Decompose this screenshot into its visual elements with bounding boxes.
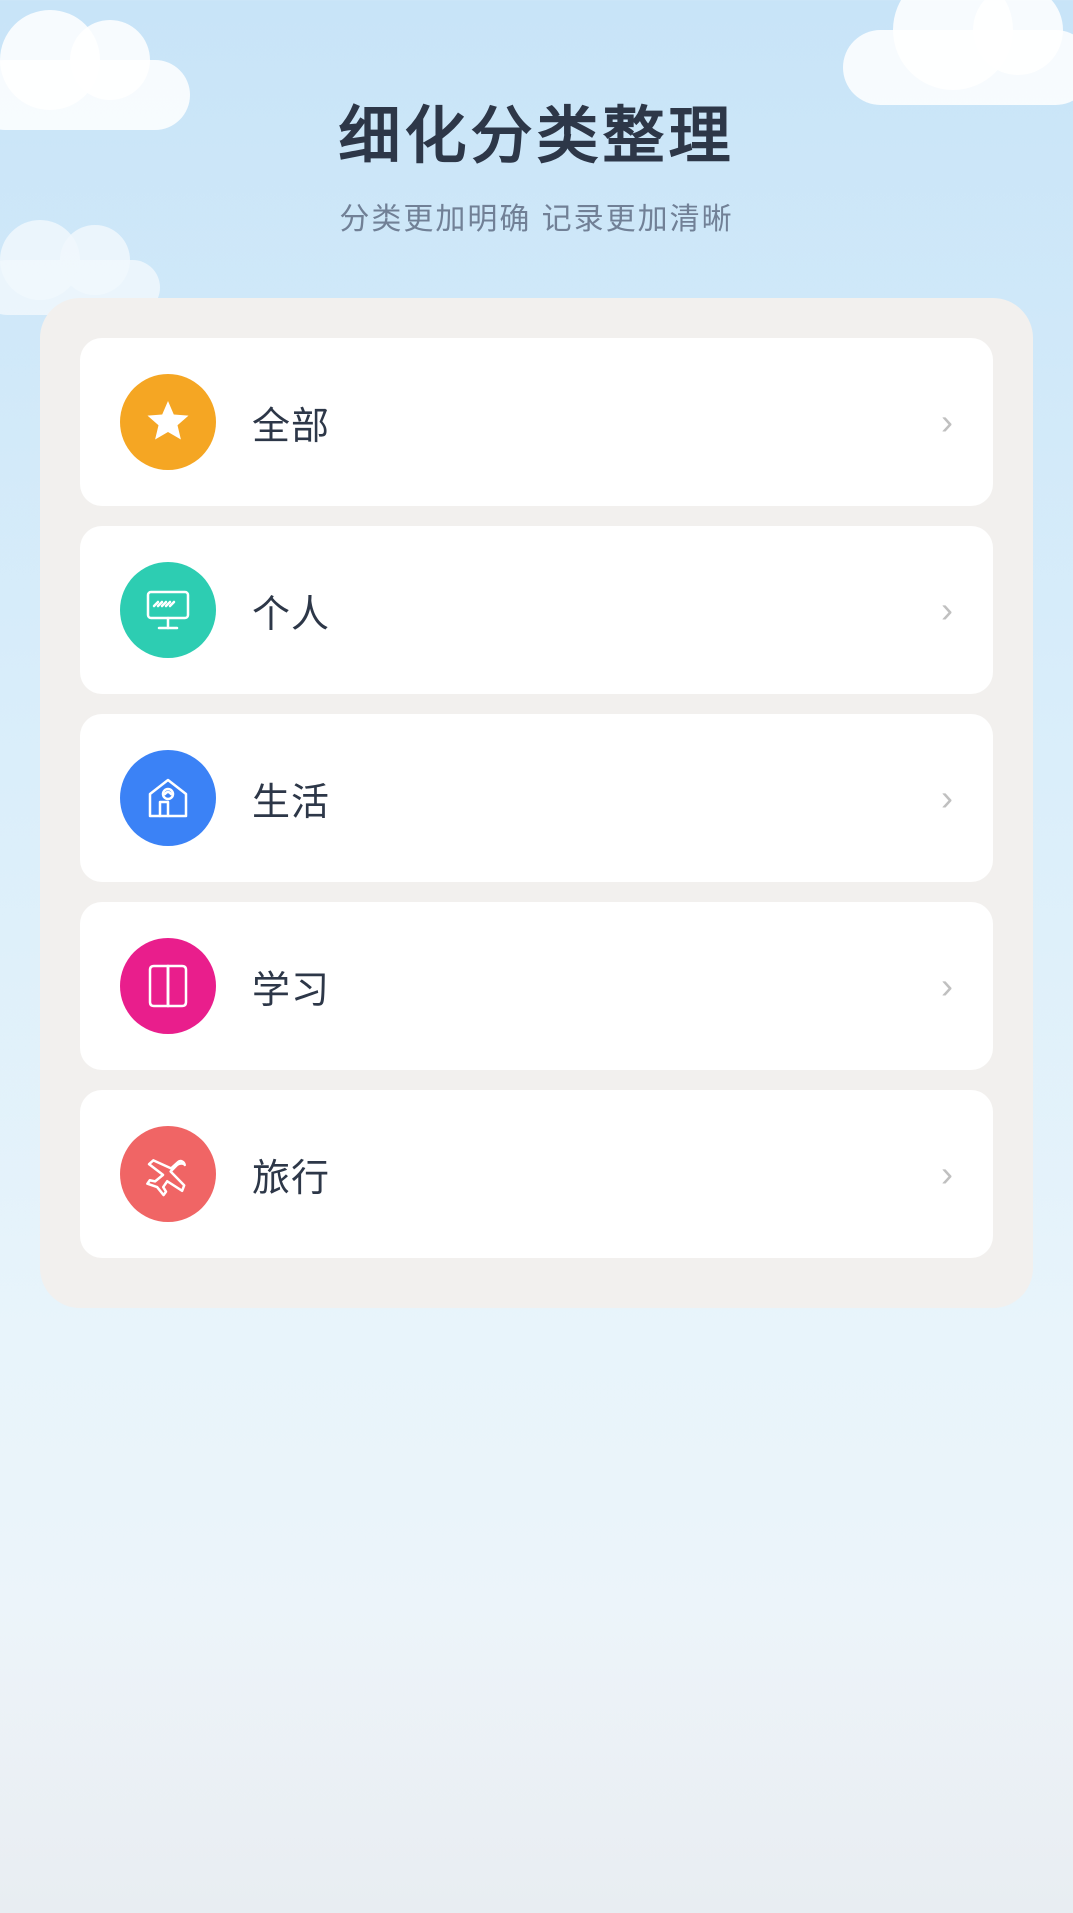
chevron-personal-icon: › <box>941 589 953 631</box>
category-life-label: 生活 <box>252 771 941 826</box>
home-icon <box>120 750 216 846</box>
page-title: 细化分类整理 <box>0 100 1073 174</box>
category-item-travel[interactable]: 旅行 › <box>80 1090 993 1258</box>
category-item-life[interactable]: 生活 › <box>80 714 993 882</box>
chevron-travel-icon: › <box>941 1153 953 1195</box>
bottom-background <box>0 1613 1073 1913</box>
category-study-label: 学习 <box>252 959 941 1014</box>
category-all-label: 全部 <box>252 395 941 450</box>
chevron-life-icon: › <box>941 777 953 819</box>
chevron-all-icon: › <box>941 401 953 443</box>
chevron-study-icon: › <box>941 965 953 1007</box>
category-item-all[interactable]: 全部 › <box>80 338 993 506</box>
monitor-icon <box>120 562 216 658</box>
category-item-personal[interactable]: 个人 › <box>80 526 993 694</box>
book-icon <box>120 938 216 1034</box>
category-item-study[interactable]: 学习 › <box>80 902 993 1070</box>
category-travel-label: 旅行 <box>252 1147 941 1202</box>
header: 细化分类整理 分类更加明确 记录更加清晰 <box>0 0 1073 278</box>
page-subtitle: 分类更加明确 记录更加清晰 <box>0 194 1073 238</box>
plane-icon <box>120 1126 216 1222</box>
star-icon <box>120 374 216 470</box>
category-personal-label: 个人 <box>252 583 941 638</box>
category-list-container: 全部 › 个人 › <box>40 298 1033 1308</box>
